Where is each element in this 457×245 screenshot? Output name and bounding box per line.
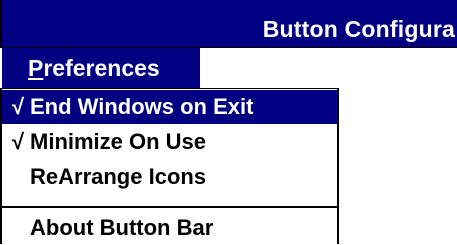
menu-separator <box>2 206 337 208</box>
menu-item-label: ReArrange Icons <box>30 164 207 189</box>
preferences-menu[interactable]: Preferences <box>2 48 200 88</box>
menu-item-label: About Button Bar <box>30 215 214 240</box>
checkmark-icon: √ <box>12 94 25 119</box>
menu-item-label: End Windows on Exit <box>30 94 254 119</box>
menu-item-rearrange-icons[interactable]: ReArrange Icons <box>2 160 337 194</box>
menu-item-minimize-on-use[interactable]: √ Minimize On Use <box>2 125 337 159</box>
preferences-dropdown: √ End Windows on Exit √ Minimize On Use … <box>0 88 339 244</box>
preferences-menu-accelerator: P <box>28 55 44 81</box>
menu-item-about-button-bar[interactable]: About Button Bar <box>2 211 337 245</box>
menu-item-end-windows-on-exit[interactable]: √ End Windows on Exit <box>2 90 337 124</box>
menu-item-label: Minimize On Use <box>30 129 207 154</box>
preferences-menu-label: references <box>43 55 160 81</box>
title-bar[interactable]: Button Configura <box>0 0 457 48</box>
window-title: Button Configura <box>262 16 455 42</box>
checkmark-icon: √ <box>12 129 25 154</box>
